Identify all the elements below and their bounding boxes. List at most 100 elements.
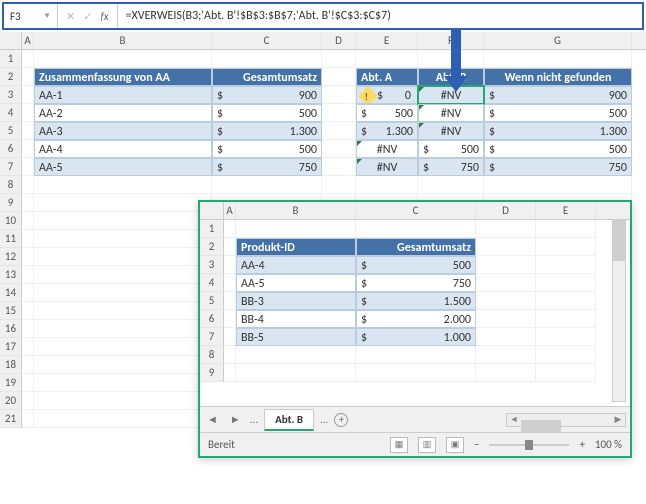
inset-col-d[interactable]: D <box>476 202 536 219</box>
cell[interactable] <box>322 50 356 68</box>
row-header[interactable]: 7 <box>200 328 224 346</box>
cell[interactable]: AA-4 <box>34 140 212 158</box>
cell[interactable] <box>22 50 34 68</box>
row-header[interactable]: 8 <box>0 176 22 194</box>
cell[interactable]: $1.500 <box>356 292 476 310</box>
cell[interactable] <box>34 212 212 230</box>
row-header[interactable]: 9 <box>0 194 22 212</box>
inset-worksheet[interactable]: 12Produkt-IDGesamtumsatz3AA-4$5004AA-5$7… <box>200 220 630 406</box>
select-all-corner[interactable] <box>0 32 22 49</box>
cell[interactable] <box>236 364 356 382</box>
cell[interactable] <box>34 374 212 392</box>
cell[interactable] <box>536 346 596 364</box>
cell[interactable] <box>484 50 632 68</box>
cell[interactable]: BB-3 <box>236 292 356 310</box>
view-layout-icon[interactable]: ▥ <box>418 437 436 453</box>
row-header[interactable]: 1 <box>0 50 22 68</box>
cell[interactable] <box>22 86 34 104</box>
cell[interactable] <box>236 220 356 238</box>
cell[interactable]: #NV <box>356 140 418 158</box>
cell[interactable]: $500 <box>418 140 484 158</box>
cell[interactable] <box>224 346 236 364</box>
cell[interactable] <box>476 256 536 274</box>
cell[interactable] <box>22 140 34 158</box>
cell[interactable]: Gesamtumsatz <box>212 68 322 86</box>
col-header-c[interactable]: C <box>212 32 322 49</box>
cell[interactable]: $500 <box>484 104 632 122</box>
cell[interactable]: AA-3 <box>34 122 212 140</box>
warning-icon[interactable] <box>358 86 378 104</box>
cell[interactable] <box>536 274 596 292</box>
cell[interactable] <box>22 212 34 230</box>
cell[interactable]: $1.300 <box>212 122 322 140</box>
cell[interactable] <box>22 122 34 140</box>
row-header[interactable]: 6 <box>0 140 22 158</box>
row-header[interactable]: 17 <box>0 338 22 356</box>
row-header[interactable]: 15 <box>0 302 22 320</box>
row-header[interactable]: 3 <box>0 86 22 104</box>
cell[interactable] <box>224 256 236 274</box>
row-header[interactable]: 5 <box>0 122 22 140</box>
row-header[interactable]: 11 <box>0 230 22 248</box>
cell[interactable]: $750 <box>418 158 484 176</box>
cell[interactable] <box>322 104 356 122</box>
cell[interactable]: Produkt-ID <box>236 238 356 256</box>
inset-col-c[interactable]: C <box>356 202 476 219</box>
cell[interactable] <box>476 292 536 310</box>
view-normal-icon[interactable]: ▦ <box>390 437 408 453</box>
cell[interactable] <box>476 310 536 328</box>
cell[interactable] <box>356 50 418 68</box>
cell[interactable]: BB-4 <box>236 310 356 328</box>
cell[interactable]: $1.000 <box>356 328 476 346</box>
inset-hscroll[interactable]: ◄ ▶ <box>506 413 626 427</box>
zoom-thumb[interactable] <box>525 440 533 450</box>
row-header[interactable]: 16 <box>0 320 22 338</box>
cell[interactable] <box>34 392 212 410</box>
cell[interactable] <box>476 220 536 238</box>
cell[interactable]: $750 <box>212 158 322 176</box>
cell[interactable] <box>22 392 34 410</box>
cell[interactable] <box>224 238 236 256</box>
cell[interactable] <box>536 328 596 346</box>
cell[interactable]: #NV <box>356 158 418 176</box>
cell[interactable] <box>356 176 418 194</box>
row-header[interactable]: 14 <box>0 284 22 302</box>
cell[interactable] <box>34 302 212 320</box>
cell[interactable] <box>34 356 212 374</box>
cell[interactable] <box>356 220 476 238</box>
cell[interactable] <box>34 50 212 68</box>
cell[interactable] <box>34 284 212 302</box>
row-header[interactable]: 20 <box>0 392 22 410</box>
cell[interactable] <box>236 346 356 364</box>
inset-vscroll[interactable] <box>612 220 626 402</box>
cell[interactable] <box>356 364 476 382</box>
cell[interactable] <box>322 68 356 86</box>
cell[interactable]: AA-4 <box>236 256 356 274</box>
cell[interactable]: BB-5 <box>236 328 356 346</box>
cell[interactable] <box>34 194 212 212</box>
hscroll-left-icon[interactable]: ◄ <box>507 414 521 425</box>
zoom-out-icon[interactable]: − <box>474 438 479 451</box>
row-header[interactable]: 5 <box>200 292 224 310</box>
cell[interactable] <box>34 248 212 266</box>
cell[interactable] <box>224 310 236 328</box>
cell[interactable] <box>476 274 536 292</box>
cell[interactable] <box>22 338 34 356</box>
row-header[interactable]: 2 <box>200 238 224 256</box>
cell[interactable] <box>322 176 356 194</box>
cell[interactable] <box>34 266 212 284</box>
cell[interactable]: $500 <box>484 140 632 158</box>
fx-icon[interactable]: fx <box>96 10 112 23</box>
cell[interactable] <box>356 346 476 364</box>
zoom-in-icon[interactable]: + <box>579 438 584 451</box>
cell[interactable] <box>418 176 484 194</box>
cell[interactable]: Zusammenfassung von AA <box>34 68 212 86</box>
cell[interactable] <box>476 328 536 346</box>
cell[interactable] <box>22 374 34 392</box>
cell[interactable] <box>22 320 34 338</box>
col-header-d[interactable]: D <box>322 32 356 49</box>
row-header[interactable]: 4 <box>0 104 22 122</box>
row-header[interactable]: 12 <box>0 248 22 266</box>
cell[interactable] <box>476 238 536 256</box>
hscroll-thumb[interactable] <box>521 420 561 432</box>
